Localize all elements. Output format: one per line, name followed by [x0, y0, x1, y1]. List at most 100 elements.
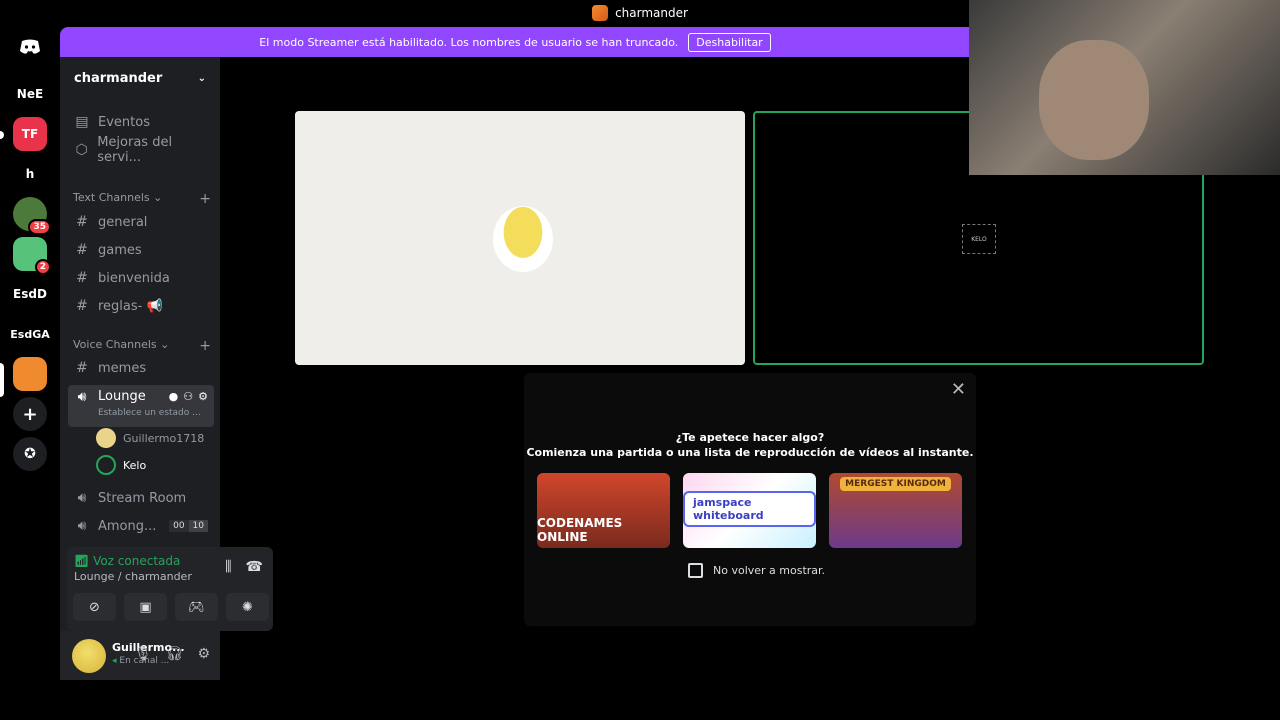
- lounge-actions: ● ⚇ ⚙: [169, 390, 208, 403]
- gear-icon[interactable]: ⚙: [198, 390, 208, 403]
- server-esdd[interactable]: EsdD: [13, 277, 47, 311]
- voice-user[interactable]: Guillermo1718: [96, 427, 204, 449]
- headphones-icon[interactable]: 🎧︎: [166, 646, 184, 662]
- hash-icon: #: [76, 242, 88, 258]
- mention-badge: 35: [28, 219, 51, 235]
- channel-name: Stream Room: [98, 490, 187, 506]
- dont-show-again-checkbox[interactable]: [688, 563, 703, 578]
- server-avatar-2[interactable]: 2: [13, 237, 51, 275]
- disable-streamer-mode-button[interactable]: Deshabilitar: [688, 32, 771, 52]
- avatar: [96, 428, 116, 448]
- voice-status-text: Voz conectada: [93, 554, 181, 568]
- gear-icon[interactable]: ⚙: [197, 646, 210, 662]
- channel-general[interactable]: # general: [68, 209, 214, 235]
- server-charmander-icon[interactable]: [13, 357, 47, 391]
- window-title: charmander: [615, 6, 688, 20]
- channel-memes[interactable]: # memes: [68, 355, 214, 381]
- activity-name: MERGEST KINGDOM: [840, 477, 951, 491]
- voice-status[interactable]: 📶︎ Voz conectada: [74, 554, 180, 568]
- user-count: 00: [169, 520, 189, 532]
- close-icon[interactable]: ✕: [951, 379, 966, 400]
- voice-channels-category[interactable]: Voice Channels ⌄ +: [73, 338, 211, 354]
- voice-location[interactable]: Lounge / charmander: [74, 570, 192, 583]
- text-channels-category[interactable]: Text Channels ⌄ +: [73, 191, 211, 207]
- server-tf-icon[interactable]: TF: [13, 117, 47, 151]
- user-panel: Guillermo... ◂ En canal ... 🎙︎ 🎧︎ ⚙: [60, 631, 220, 680]
- popup-subtitle: Comienza una partida o una lista de repr…: [526, 446, 974, 459]
- category-label: Text Channels: [73, 191, 150, 204]
- streamer-mode-banner: El modo Streamer está habilitado. Los no…: [60, 27, 970, 57]
- camera-off-button[interactable]: ⊘: [73, 593, 116, 621]
- checkbox-label: No volver a mostrar.: [713, 564, 826, 577]
- voice-controls: ⫼ ☎: [225, 559, 263, 575]
- server-esdga[interactable]: EsdGA: [10, 317, 49, 351]
- user-limit: 10: [188, 520, 208, 532]
- channel-reglas[interactable]: # reglas- 📢: [68, 293, 214, 319]
- voice-user[interactable]: Kelo: [96, 454, 146, 476]
- webcam-overlay: [969, 0, 1280, 175]
- channel-name: Among...: [98, 518, 157, 534]
- channel-games[interactable]: # games: [68, 237, 214, 263]
- video-tile-guillermo[interactable]: [295, 111, 745, 365]
- hash-icon: #: [76, 270, 88, 286]
- boosts-item[interactable]: ⬡ Mejoras del servi...: [68, 135, 214, 165]
- avatar: [96, 455, 116, 475]
- channel-name: bienvenida: [98, 270, 170, 286]
- popup-title: ¿Te apetece hacer algo?: [675, 431, 825, 444]
- add-server-icon[interactable]: +: [13, 397, 47, 431]
- speaker-icon: 🔊︎: [77, 518, 87, 534]
- channel-name: Lounge: [98, 389, 146, 404]
- events-item[interactable]: ▤ Eventos: [68, 109, 214, 135]
- activity-whiteboard[interactable]: jamspace whiteboard: [683, 473, 816, 548]
- tile-label: KELO: [971, 235, 987, 243]
- activity-name: CODENAMES ONLINE: [537, 516, 623, 544]
- disconnect-icon[interactable]: ☎: [246, 559, 263, 575]
- channel-bienvenida[interactable]: # bienvenida: [68, 265, 214, 291]
- microphone-icon[interactable]: 🎙︎: [134, 646, 152, 662]
- server-name: charmander: [74, 70, 163, 86]
- chevron-down-icon: ⌄: [197, 72, 206, 84]
- voice-user-name: Kelo: [123, 458, 147, 472]
- avatar[interactable]: [72, 639, 106, 673]
- speaker-icon: 🔊︎: [77, 389, 87, 405]
- voice-channel-stream-room[interactable]: 🔊︎ Stream Room: [68, 485, 214, 511]
- channel-name: games: [98, 242, 142, 258]
- voice-user-name: Guillermo1718: [123, 431, 205, 445]
- category-label: Voice Channels: [73, 338, 157, 351]
- dont-show-again[interactable]: No volver a mostrar.: [688, 563, 825, 578]
- add-channel-icon[interactable]: +: [199, 191, 211, 207]
- channel-status[interactable]: Establece un estado ...: [98, 408, 201, 418]
- invite-user-icon[interactable]: ⚇: [183, 390, 193, 403]
- mention-badge: 2: [34, 259, 51, 275]
- server-h[interactable]: h: [13, 157, 47, 191]
- soundboard-button[interactable]: ✺: [226, 593, 269, 621]
- explore-compass-icon[interactable]: ✪: [13, 437, 47, 471]
- channel-name: general: [98, 214, 148, 230]
- activity-codenames[interactable]: CODENAMES ONLINE: [537, 473, 670, 548]
- chat-bubble-icon[interactable]: ●: [169, 390, 179, 403]
- server-avatar-1[interactable]: 35: [13, 197, 51, 235]
- discord-home-icon[interactable]: [13, 30, 47, 64]
- screen-share-button[interactable]: ▣: [124, 593, 167, 621]
- user-limit-counter: 00 10: [169, 520, 208, 532]
- server-rail: NeE TF h 35 2 EsdD EsdGA + ✪: [0, 26, 60, 680]
- channel-name: reglas- 📢: [98, 298, 163, 314]
- noise-suppression-icon[interactable]: ⫼: [225, 559, 231, 575]
- voice-action-buttons: ⊘ ▣ 🎮︎ ✺: [73, 593, 269, 621]
- focus-frame: KELO: [962, 224, 996, 254]
- server-header[interactable]: charmander ⌄: [60, 57, 220, 99]
- voice-connection-panel: 📶︎ Voz conectada Lounge / charmander ⫼ ☎…: [67, 547, 273, 631]
- speaker-icon: 🔊︎: [77, 490, 87, 506]
- user-controls: 🎙︎ 🎧︎ ⚙: [134, 646, 210, 662]
- avatar: [493, 206, 553, 272]
- activity-mergest-kingdom[interactable]: MERGEST KINGDOM: [829, 473, 962, 548]
- voice-channel-lounge[interactable]: 🔊︎ Lounge ● ⚇ ⚙ Establece un estado ...: [68, 385, 214, 427]
- banner-message: El modo Streamer está habilitado. Los no…: [259, 35, 679, 49]
- voice-channel-among[interactable]: 🔊︎ Among... 00 10: [68, 513, 214, 539]
- channel-sidebar: charmander ⌄ ▤ Eventos ⬡ Mejoras del ser…: [60, 57, 273, 680]
- add-channel-icon[interactable]: +: [199, 338, 211, 354]
- server-nee[interactable]: NeE: [13, 77, 47, 111]
- unread-pill: [0, 131, 4, 139]
- hash-icon: #: [76, 298, 88, 314]
- activities-button[interactable]: 🎮︎: [175, 593, 218, 621]
